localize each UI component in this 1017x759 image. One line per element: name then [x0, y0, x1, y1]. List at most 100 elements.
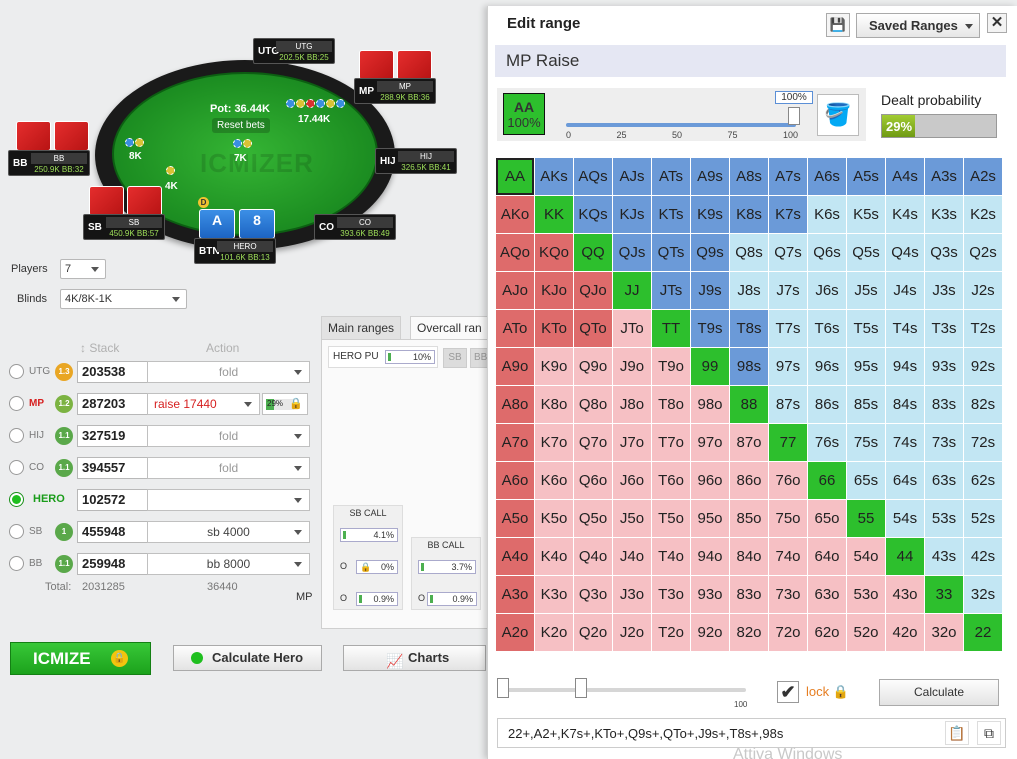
tab-bb[interactable]: BB [470, 348, 488, 368]
tab-main-ranges[interactable]: Main ranges [321, 316, 402, 340]
hand-cell-96o[interactable]: 96o [691, 462, 729, 499]
hand-cell-KTo[interactable]: KTo [535, 310, 573, 347]
player-radio-sb[interactable] [9, 524, 24, 539]
action-select-hij[interactable]: fold [147, 425, 310, 447]
hand-cell-J9o[interactable]: J9o [613, 348, 651, 385]
hand-cell-K9o[interactable]: K9o [535, 348, 573, 385]
hand-cell-85o[interactable]: 85o [730, 500, 768, 537]
hand-cell-J5s[interactable]: J5s [847, 272, 885, 309]
hand-cell-98o[interactable]: 98o [691, 386, 729, 423]
hand-cell-52o[interactable]: 52o [847, 614, 885, 651]
hand-cell-T3s[interactable]: T3s [925, 310, 963, 347]
seat-mp[interactable]: MP MP 288.9K BB:36 [354, 78, 436, 104]
hand-cell-76s[interactable]: 76s [808, 424, 846, 461]
hand-cell-TT[interactable]: TT [652, 310, 690, 347]
hand-cell-54o[interactable]: 54o [847, 538, 885, 575]
hand-cell-73o[interactable]: 73o [769, 576, 807, 613]
hand-cell-52s[interactable]: 52s [964, 500, 1002, 537]
tab-sb[interactable]: SB [443, 348, 467, 368]
hand-cell-K3o[interactable]: K3o [535, 576, 573, 613]
hand-cell-97s[interactable]: 97s [769, 348, 807, 385]
hand-cell-93s[interactable]: 93s [925, 348, 963, 385]
hand-cell-64o[interactable]: 64o [808, 538, 846, 575]
hand-cell-K8s[interactable]: K8s [730, 196, 768, 233]
hand-cell-43o[interactable]: 43o [886, 576, 924, 613]
hand-cell-94o[interactable]: 94o [691, 538, 729, 575]
hand-cell-T2s[interactable]: T2s [964, 310, 1002, 347]
hand-cell-A8s[interactable]: A8s [730, 158, 768, 195]
hand-cell-K4o[interactable]: K4o [535, 538, 573, 575]
paste-icon[interactable]: 📋 [945, 721, 969, 745]
charts-button[interactable]: 📈 Charts [343, 645, 486, 671]
hand-cell-87o[interactable]: 87o [730, 424, 768, 461]
hand-cell-AJs[interactable]: AJs [613, 158, 651, 195]
stack-column-header[interactable]: ↕ Stack [80, 341, 119, 355]
hand-cell-KJs[interactable]: KJs [613, 196, 651, 233]
hand-cell-84s[interactable]: 84s [886, 386, 924, 423]
hand-cell-T9o[interactable]: T9o [652, 348, 690, 385]
range-text-field[interactable]: 22+,A2+,K7s+,KTo+,Q9s+,QTo+,J9s+,T8s+,98… [497, 718, 1006, 748]
hand-cell-96s[interactable]: 96s [808, 348, 846, 385]
hand-cell-T3o[interactable]: T3o [652, 576, 690, 613]
hand-cell-A2s[interactable]: A2s [964, 158, 1002, 195]
range-name[interactable]: MP Raise [495, 45, 1006, 77]
hand-cell-A6s[interactable]: A6s [808, 158, 846, 195]
hand-cell-76o[interactable]: 76o [769, 462, 807, 499]
hand-cell-K6o[interactable]: K6o [535, 462, 573, 499]
action-select-utg[interactable]: fold [147, 361, 310, 383]
hand-cell-AA[interactable]: AA [496, 158, 534, 195]
hand-cell-99[interactable]: 99 [691, 348, 729, 385]
hand-cell-93o[interactable]: 93o [691, 576, 729, 613]
hand-cell-JTs[interactable]: JTs [652, 272, 690, 309]
bottom-slider-handle-min[interactable] [497, 678, 509, 698]
bb-call-pct-1[interactable]: 3.7% [418, 560, 476, 574]
hand-cell-QJo[interactable]: QJo [574, 272, 612, 309]
hand-cell-97o[interactable]: 97o [691, 424, 729, 461]
seat-bb[interactable]: BB BB 250.9K BB:32 [8, 150, 90, 176]
hand-cell-KJo[interactable]: KJo [535, 272, 573, 309]
hand-cell-94s[interactable]: 94s [886, 348, 924, 385]
hand-cell-K9s[interactable]: K9s [691, 196, 729, 233]
hand-cell-J3o[interactable]: J3o [613, 576, 651, 613]
hand-cell-A3o[interactable]: A3o [496, 576, 534, 613]
hand-cell-T8o[interactable]: T8o [652, 386, 690, 423]
hand-cell-K2o[interactable]: K2o [535, 614, 573, 651]
player-radio-hij[interactable] [9, 428, 24, 443]
hand-cell-J8s[interactable]: J8s [730, 272, 768, 309]
player-radio-utg[interactable] [9, 364, 24, 379]
hand-cell-54s[interactable]: 54s [886, 500, 924, 537]
hand-cell-T2o[interactable]: T2o [652, 614, 690, 651]
hand-cell-Q2s[interactable]: Q2s [964, 234, 1002, 271]
hand-cell-Q6s[interactable]: Q6s [808, 234, 846, 271]
copy-icon[interactable]: ⧉ [977, 721, 1001, 745]
hand-cell-43s[interactable]: 43s [925, 538, 963, 575]
hand-cell-Q4s[interactable]: Q4s [886, 234, 924, 271]
hand-cell-83o[interactable]: 83o [730, 576, 768, 613]
percent-slider-handle[interactable] [788, 107, 800, 125]
hand-cell-T4s[interactable]: T4s [886, 310, 924, 347]
hand-cell-J4s[interactable]: J4s [886, 272, 924, 309]
hand-cell-ATo[interactable]: ATo [496, 310, 534, 347]
hand-cell-QTo[interactable]: QTo [574, 310, 612, 347]
seat-hero-btn[interactable]: BTN HERO 101.6K BB:13 [194, 238, 276, 264]
hand-cell-Q7o[interactable]: Q7o [574, 424, 612, 461]
hand-cell-AQs[interactable]: AQs [574, 158, 612, 195]
hand-cell-Q6o[interactable]: Q6o [574, 462, 612, 499]
lock-checkbox[interactable]: ✔ [777, 681, 799, 703]
hand-cell-64s[interactable]: 64s [886, 462, 924, 499]
hand-cell-KTs[interactable]: KTs [652, 196, 690, 233]
player-radio-mp[interactable] [9, 396, 24, 411]
hand-cell-86s[interactable]: 86s [808, 386, 846, 423]
hand-cell-T4o[interactable]: T4o [652, 538, 690, 575]
hand-cell-J6s[interactable]: J6s [808, 272, 846, 309]
tab-overcall-ranges[interactable]: Overcall ran [410, 316, 488, 340]
hand-cell-T8s[interactable]: T8s [730, 310, 768, 347]
hand-cell-KQo[interactable]: KQo [535, 234, 573, 271]
hand-cell-J6o[interactable]: J6o [613, 462, 651, 499]
hand-cell-Q5s[interactable]: Q5s [847, 234, 885, 271]
hand-cell-A5o[interactable]: A5o [496, 500, 534, 537]
hand-cell-83s[interactable]: 83s [925, 386, 963, 423]
hand-cell-Q9o[interactable]: Q9o [574, 348, 612, 385]
action-select-bb[interactable]: bb 8000 [147, 553, 310, 575]
hand-cell-K7o[interactable]: K7o [535, 424, 573, 461]
